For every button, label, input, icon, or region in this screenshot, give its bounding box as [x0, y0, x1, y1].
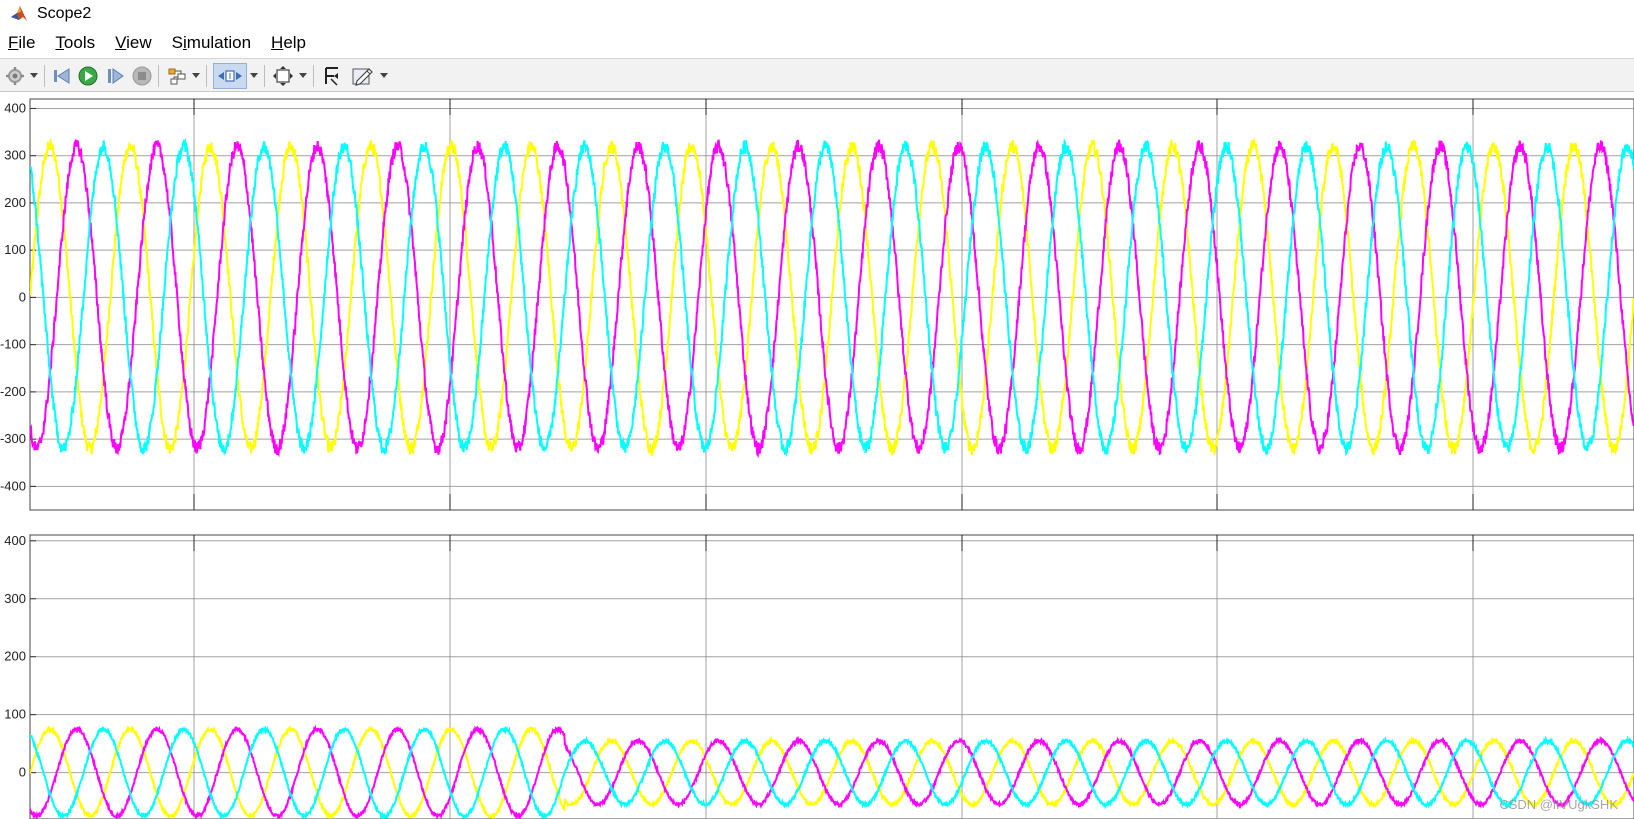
step-forward-icon[interactable] [104, 63, 126, 89]
toolbar-separator [264, 65, 265, 87]
y-tick-label: 200 [4, 649, 26, 664]
zoom-icon[interactable] [213, 63, 247, 89]
watermark: CSDN @lIVUgkSHK [1499, 797, 1618, 812]
toolbar-separator [313, 65, 314, 87]
y-tick-label: 100 [4, 242, 26, 257]
scope-display: 400 300 200 100 0 -100 -200 -300 -400 400 300 200 10… [0, 92, 1634, 819]
style-icon[interactable] [350, 63, 374, 89]
y-tick-label: 0 [19, 289, 26, 304]
step-back-icon[interactable] [51, 63, 73, 89]
scope-plots: 400 300 200 100 0 -100 -200 -300 -400 400 300 200 10… [0, 98, 1634, 819]
y-tick-label: -400 [0, 478, 26, 493]
fit-dropdown-icon[interactable] [297, 63, 309, 89]
cursor-measurement-icon[interactable] [320, 63, 344, 89]
window-title: Scope2 [37, 5, 92, 22]
menu-bar: File Tools View Simulation Help [0, 28, 1634, 58]
stop-icon[interactable] [131, 63, 153, 89]
y-tick-label: 0 [19, 765, 26, 780]
scope-panel-2: 400 300 200 100 0 [4, 533, 1634, 819]
menu-tools[interactable]: Tools [55, 33, 95, 53]
y-tick-label: 300 [4, 591, 26, 606]
highlight-block-icon[interactable] [166, 63, 188, 89]
highlight-dropdown-icon[interactable] [190, 63, 202, 89]
run-icon[interactable] [77, 63, 99, 89]
toolbar [0, 58, 1634, 92]
y-tick-label: -200 [0, 384, 26, 399]
y-tick-label: 300 [4, 148, 26, 163]
menu-file[interactable]: File [8, 33, 35, 53]
style-dropdown-icon[interactable] [378, 63, 390, 89]
menu-help[interactable]: Help [271, 33, 306, 53]
matlab-icon [9, 4, 29, 24]
menu-simulation[interactable]: Simulation [172, 33, 251, 53]
menu-view[interactable]: View [115, 33, 152, 53]
title-bar: Scope2 [0, 0, 1634, 28]
y-tick-label: -300 [0, 431, 26, 446]
y-tick-label: 400 [4, 533, 26, 548]
toolbar-separator [206, 65, 207, 87]
gear-icon[interactable] [4, 63, 26, 89]
scope-panel-1: 400 300 200 100 0 -100 -200 -300 -400 [0, 98, 1634, 511]
y-tick-label: -100 [0, 337, 26, 352]
toolbar-separator [44, 65, 45, 87]
y-tick-label: 200 [4, 195, 26, 210]
fit-to-view-icon[interactable] [271, 63, 295, 89]
zoom-dropdown-icon[interactable] [248, 63, 260, 89]
y-tick-label: 100 [4, 707, 26, 722]
y-tick-label: 400 [4, 100, 26, 115]
toolbar-separator [158, 65, 159, 87]
gear-dropdown-icon[interactable] [28, 63, 40, 89]
